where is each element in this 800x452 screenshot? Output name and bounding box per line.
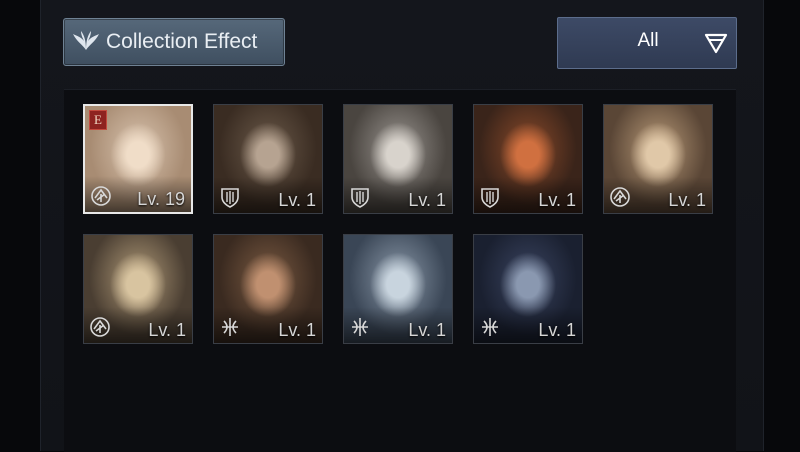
- hero-level: Lv. 1: [278, 190, 316, 210]
- wings-icon: [73, 31, 99, 50]
- shield-icon: [481, 188, 499, 208]
- bow-icon: [482, 318, 498, 336]
- hero-card-bearded-warrior[interactable]: Lv. 1: [213, 104, 323, 214]
- shield-icon: [221, 188, 239, 208]
- collection-effect-button[interactable]: Collection Effect: [63, 18, 285, 66]
- hero-card-brown-haired-archer[interactable]: Lv. 1: [213, 234, 323, 344]
- hero-level: Lv. 1: [538, 190, 576, 210]
- hero-card-blonde-priestess[interactable]: Lv. 1: [83, 234, 193, 344]
- hero-level: Lv. 19: [137, 189, 185, 209]
- hero-card-dark-haired-ranger[interactable]: Lv. 1: [473, 234, 583, 344]
- hero-level: Lv. 1: [538, 320, 576, 340]
- bow-icon: [222, 318, 238, 336]
- hero-card-red-haired-fighter[interactable]: Lv. 1: [473, 104, 583, 214]
- sigil-icon: [91, 186, 111, 206]
- hero-card-blonde-ponytail-girl[interactable]: Lv. 1: [603, 104, 713, 214]
- sigil-icon: [610, 187, 630, 207]
- hero-level: Lv. 1: [278, 320, 316, 340]
- hero-card-blonde-elf-heroine[interactable]: E Lv. 19: [83, 104, 193, 214]
- hero-level: Lv. 1: [668, 190, 706, 210]
- filter-funnel-icon: [704, 33, 728, 54]
- bow-icon: [352, 318, 368, 336]
- shield-icon: [351, 188, 369, 208]
- hero-card-white-haired-elder[interactable]: Lv. 1: [343, 104, 453, 214]
- sigil-icon: [90, 317, 110, 337]
- hero-level: Lv. 1: [408, 190, 446, 210]
- filter-selected-value: All: [637, 30, 659, 51]
- filter-dropdown[interactable]: All: [557, 17, 737, 69]
- collection-effect-label: Collection Effect: [106, 30, 258, 53]
- rank-badge: E: [89, 110, 107, 130]
- hero-level: Lv. 1: [148, 320, 186, 340]
- hero-card-hooded-blue-archer[interactable]: Lv. 1: [343, 234, 453, 344]
- hero-level: Lv. 1: [408, 320, 446, 340]
